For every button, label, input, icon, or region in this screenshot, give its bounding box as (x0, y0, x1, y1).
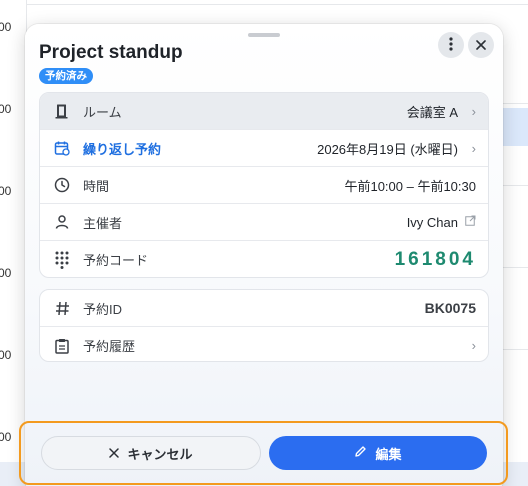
booking-details-card: ルーム 会議室 A › 繰り返し予約 2026年8月19日 (水曜日) › 時間… (39, 92, 489, 278)
person-icon (52, 212, 72, 232)
booking-id-value: BK0075 (424, 300, 476, 316)
clock-icon (52, 175, 72, 195)
time-label: 00 (0, 102, 12, 116)
organizer-label: 主催者 (83, 215, 123, 231)
time-row: 時間 午前10:00 – 午前10:30 (40, 167, 488, 204)
booking-id-label: 予約ID (83, 301, 123, 317)
chevron-right-icon: › (471, 103, 476, 119)
close-button[interactable] (468, 32, 494, 58)
hash-icon (52, 298, 72, 318)
booking-meta-card: 予約ID BK0075 予約履歴 › (39, 289, 489, 362)
time-label: 00 (0, 20, 12, 34)
booking-detail-panel: Project standup 予約済み ルーム 会議室 A › 繰り返し予約 … (25, 24, 503, 486)
booking-history-row[interactable]: 予約履歴 › (40, 327, 488, 361)
edit-button-label: 編集 (375, 446, 402, 462)
status-badge: 予約済み (39, 68, 93, 84)
chevron-right-icon: › (471, 140, 476, 156)
cancel-button[interactable]: キャンセル (41, 436, 261, 470)
recurrence-date: 2026年8月19日 (水曜日) (317, 141, 458, 157)
close-icon (476, 37, 486, 53)
booking-code-row: 予約コード 161804 (40, 241, 488, 277)
time-label: 00 (0, 348, 12, 362)
booking-code-value: 161804 (394, 248, 476, 270)
organizer-row[interactable]: 主催者 Ivy Chan (40, 204, 488, 241)
recurrence-row[interactable]: 繰り返し予約 2026年8月19日 (水曜日) › (40, 130, 488, 167)
time-label: 00 (0, 266, 12, 280)
organizer-name: Ivy Chan (406, 214, 458, 230)
cancel-button-label: キャンセル (127, 446, 193, 462)
keypad-icon (52, 250, 72, 270)
time-label: 00 (0, 430, 12, 444)
booking-history-label: 予約履歴 (83, 339, 136, 354)
edit-button[interactable]: 編集 (269, 436, 487, 470)
room-row[interactable]: ルーム 会議室 A › (40, 93, 488, 130)
booking-title: Project standup (39, 42, 183, 63)
close-icon (109, 446, 120, 461)
time-label: 時間 (83, 178, 110, 194)
more-vertical-icon (449, 36, 453, 54)
drag-handle[interactable] (248, 33, 280, 37)
room-value: 会議室 A (406, 104, 458, 120)
time-label: 00 (0, 184, 12, 198)
more-options-button[interactable] (438, 32, 464, 58)
chevron-right-icon: › (471, 338, 476, 353)
external-link-icon[interactable] (465, 215, 476, 229)
recurrence-label: 繰り返し予約 (83, 141, 162, 157)
time-value: 午前10:00 – 午前10:30 (344, 178, 476, 194)
grid-line (26, 4, 528, 5)
door-icon (52, 101, 72, 121)
clipboard-icon (52, 336, 72, 356)
room-label: ルーム (83, 104, 122, 120)
calendar-repeat-icon (52, 138, 72, 158)
booking-id-row: 予約ID BK0075 (40, 290, 488, 327)
time-gutter (0, 0, 26, 486)
calendar-event-block[interactable] (500, 108, 528, 146)
pencil-icon (354, 445, 367, 461)
booking-code-label: 予約コード (83, 253, 149, 268)
